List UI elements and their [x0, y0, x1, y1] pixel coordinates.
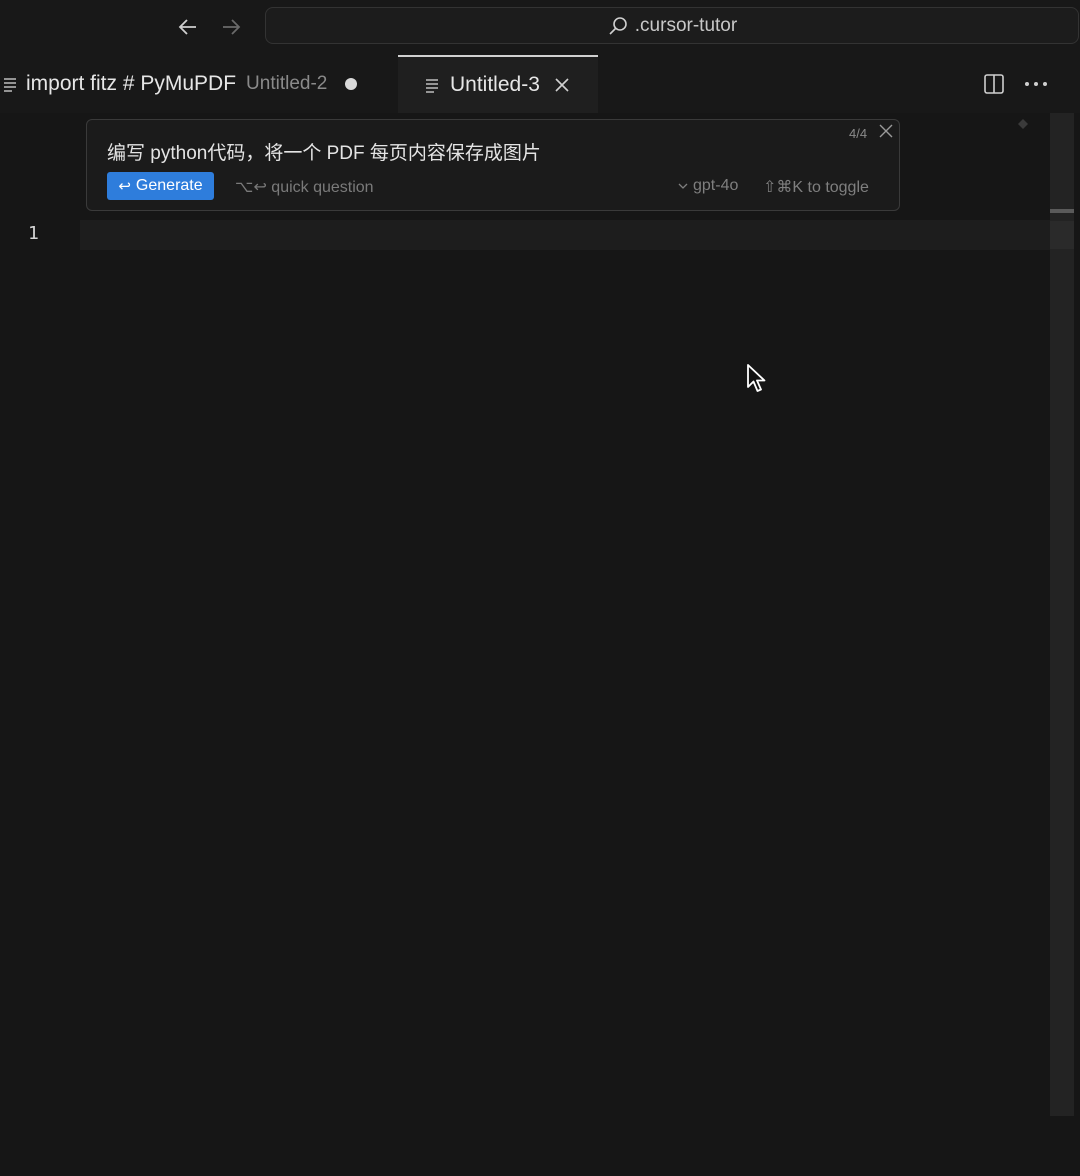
model-selector[interactable]: gpt-4o	[677, 177, 738, 195]
tab-description: Untitled-2	[246, 73, 328, 94]
back-button[interactable]	[173, 12, 203, 42]
arrow-right-icon	[223, 19, 241, 35]
split-editor-button[interactable]	[983, 73, 1005, 95]
mouse-pointer-icon	[747, 364, 766, 392]
line-number: 1	[28, 223, 39, 244]
model-label: gpt-4o	[693, 177, 739, 194]
inline-prompt-box: 编写 python代码，将一个 PDF 每页内容保存成图片 4/4 ↩ Gene…	[86, 119, 900, 211]
more-actions-button[interactable]	[1022, 72, 1050, 96]
enter-key-icon: ↩	[118, 178, 131, 195]
generate-button[interactable]: ↩ Generate	[107, 172, 214, 200]
arrow-left-icon	[178, 19, 196, 35]
quick-question-button[interactable]: ⌥↩ quick question	[235, 177, 374, 197]
ellipsis-icon	[1025, 82, 1047, 86]
vertical-scrollbar[interactable]	[1050, 113, 1074, 1116]
chevron-down-icon	[677, 181, 689, 191]
close-icon[interactable]	[554, 77, 570, 93]
command-center-label: .cursor-tutor	[634, 14, 738, 36]
tab-title: Untitled-3	[450, 73, 540, 96]
text-file-icon	[424, 77, 440, 93]
toggle-shortcut-hint: ⇧⌘K to toggle	[763, 179, 869, 196]
search-icon	[607, 15, 629, 37]
tab-untitled-3[interactable]: Untitled-3	[398, 55, 598, 113]
generate-label: Generate	[135, 177, 203, 194]
title-bar: .cursor-tutor	[0, 0, 1080, 55]
prompt-close-button[interactable]	[879, 124, 895, 140]
scrollbar-slider[interactable]	[1050, 221, 1074, 249]
pin-icon	[1018, 119, 1028, 129]
current-line-highlight	[80, 220, 1050, 250]
tab-title: import fitz # PyMuPDF	[26, 72, 237, 95]
text-file-icon	[2, 76, 18, 92]
unsaved-dot-icon[interactable]	[345, 78, 358, 90]
command-center-search[interactable]: .cursor-tutor	[265, 7, 1079, 44]
editor-area[interactable]: 1 编写 python代码，将一个 PDF 每页内容保存成图片 4/4 ↩ Ge…	[0, 113, 1080, 1176]
split-editor-icon	[984, 74, 1004, 94]
scrollbar-cursor-marker	[1050, 209, 1074, 213]
prompt-input[interactable]: 编写 python代码，将一个 PDF 每页内容保存成图片	[107, 138, 541, 165]
editor-tab-bar: import fitz # PyMuPDF Untitled-2 Untitle…	[0, 55, 1080, 113]
close-icon	[879, 124, 893, 138]
prompt-history-counter: 4/4	[849, 126, 868, 141]
forward-button[interactable]	[216, 12, 246, 42]
tab-untitled-2[interactable]: import fitz # PyMuPDF Untitled-2	[0, 55, 398, 113]
